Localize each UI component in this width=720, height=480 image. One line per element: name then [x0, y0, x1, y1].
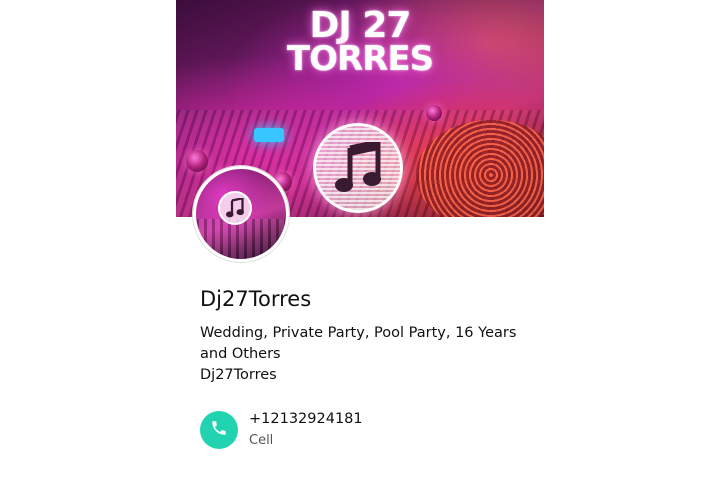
- profile-handle: Dj27Torres: [200, 367, 277, 383]
- profile-name: Dj27Torres: [200, 287, 312, 311]
- music-note-icon: [313, 123, 403, 213]
- music-note-icon: [218, 191, 252, 225]
- phone-icon: [210, 419, 228, 441]
- call-button[interactable]: [200, 411, 238, 449]
- cover-title-line2: TORRES: [286, 39, 434, 79]
- profile-card: DJ 27 TORRES Dj27Torres Wedding, Private…: [176, 0, 544, 480]
- phone-type-label: Cell: [249, 433, 274, 448]
- avatar[interactable]: [193, 166, 289, 262]
- phone-number-link[interactable]: +12132924181: [249, 411, 363, 427]
- profile-description: Wedding, Private Party, Pool Party, 16 Y…: [200, 325, 517, 362]
